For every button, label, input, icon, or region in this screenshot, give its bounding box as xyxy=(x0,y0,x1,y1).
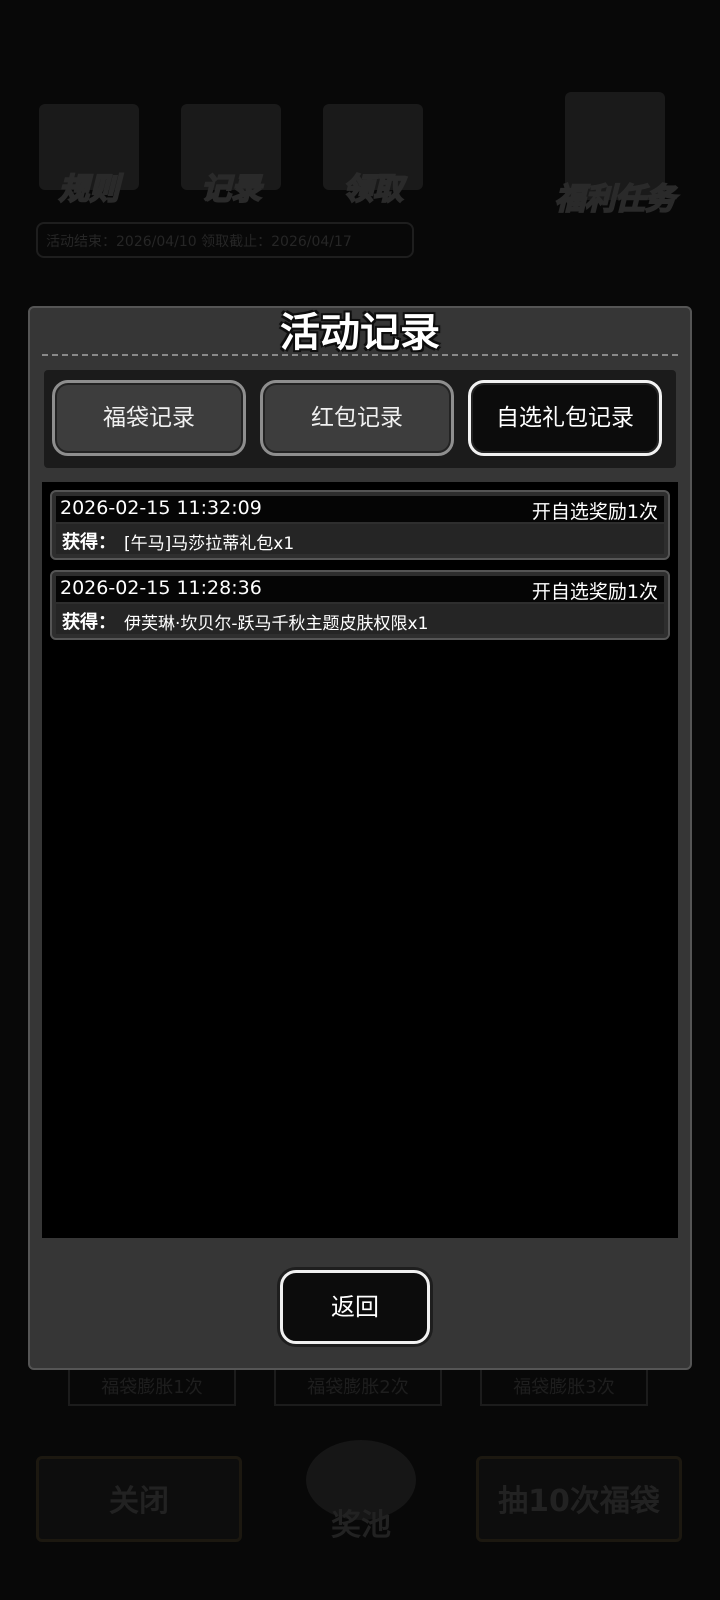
welfare-task-entry: 福利任务 xyxy=(550,92,680,218)
record-tabs: 福袋记录 红包记录 自选礼包记录 xyxy=(44,370,676,468)
claim-label: 领取 xyxy=(342,171,404,208)
close-button: 关闭 xyxy=(36,1456,242,1542)
expand-2-button: 福袋膨胀2次 xyxy=(274,1366,442,1406)
tab-red-packet-records[interactable]: 红包记录 xyxy=(260,380,454,456)
gain-item: 伊芙琳·坎贝尔-跃马千秋主题皮肤权限x1 xyxy=(124,614,429,634)
tab-lucky-bag-records[interactable]: 福袋记录 xyxy=(52,380,246,456)
pool-label: 奖池 xyxy=(331,1508,391,1543)
draw-10-button: 抽10次福袋 xyxy=(476,1456,682,1542)
list-item: 2026-02-15 11:28:36 开自选奖励1次 获得： 伊芙琳·坎贝尔-… xyxy=(50,570,670,640)
record-header: 2026-02-15 11:28:36 开自选奖励1次 xyxy=(56,576,664,603)
record-body: 获得： 伊芙琳·坎贝尔-跃马千秋主题皮肤权限x1 xyxy=(56,604,664,634)
record-action: 开自选奖励1次 xyxy=(531,501,658,523)
gain-label: 获得： xyxy=(62,612,116,633)
list-item: 2026-02-15 11:32:09 开自选奖励1次 获得： [午马]马莎拉蒂… xyxy=(50,490,670,560)
records-entry: 记录 xyxy=(176,104,286,208)
record-time: 2026-02-15 11:28:36 xyxy=(60,577,262,599)
rules-label: 规则 xyxy=(58,171,120,208)
title-divider xyxy=(42,354,678,356)
welfare-task-label: 福利任务 xyxy=(554,181,676,218)
record-list[interactable]: 2026-02-15 11:32:09 开自选奖励1次 获得： [午马]马莎拉蒂… xyxy=(42,482,678,1238)
gain-label: 获得： xyxy=(62,532,116,553)
activity-record-modal: 活动记录 福袋记录 红包记录 自选礼包记录 2026-02-15 11:32:0… xyxy=(28,306,692,1370)
prize-pool: 奖池 xyxy=(296,1440,426,1560)
claim-entry: 领取 xyxy=(318,104,428,208)
expand-3-button: 福袋膨胀3次 xyxy=(480,1366,648,1406)
records-label: 记录 xyxy=(200,171,262,208)
modal-title: 活动记录 xyxy=(280,310,440,356)
tab-optional-pack-records[interactable]: 自选礼包记录 xyxy=(468,380,662,456)
gain-item: [午马]马莎拉蒂礼包x1 xyxy=(124,534,295,554)
record-body: 获得： [午马]马莎拉蒂礼包x1 xyxy=(56,524,664,554)
expand-1-button: 福袋膨胀1次 xyxy=(68,1366,236,1406)
record-time: 2026-02-15 11:32:09 xyxy=(60,497,262,519)
rules-entry: 规则 xyxy=(34,104,144,208)
back-button[interactable]: 返回 xyxy=(280,1270,430,1344)
record-action: 开自选奖励1次 xyxy=(531,581,658,603)
event-dates: 活动结束：2026/04/10 领取截止：2026/04/17 xyxy=(36,222,414,258)
record-header: 2026-02-15 11:32:09 开自选奖励1次 xyxy=(56,496,664,523)
